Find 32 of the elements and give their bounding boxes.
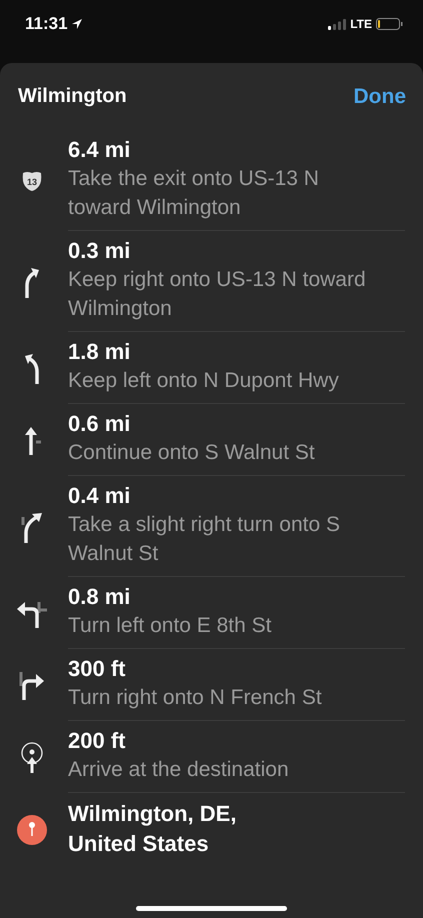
step-instruction: Take a slight right turn onto S Walnut St: [68, 512, 341, 567]
pin-icon: [17, 815, 47, 845]
step-distance: 1.8 mi: [68, 338, 130, 366]
route-shield-icon: 13: [21, 170, 43, 192]
step-instruction: Keep right onto US-13 N toward Wilmington: [68, 267, 367, 322]
curved-arrow-icon: [23, 266, 41, 298]
step-distance: 200 ft: [68, 727, 126, 755]
step-instruction: Keep left onto N Dupont Hwy: [68, 368, 339, 394]
step-instruction: Arrive at the destination: [68, 757, 289, 783]
done-button[interactable]: Done: [354, 84, 406, 108]
step-distance: 0.3 mi: [68, 237, 130, 265]
step-instruction: Take the exit onto US-13 N toward Wilmington: [68, 166, 320, 221]
step-instruction: Turn left onto E 8th St: [68, 613, 272, 639]
destination-arrival-icon: [20, 741, 44, 773]
sheet-title: Wilmington: [18, 85, 127, 108]
status-time: 11:31: [25, 14, 68, 34]
location-arrow-icon: [70, 18, 83, 30]
up-arrow-icon: [22, 425, 42, 455]
network-label: LTE: [350, 17, 372, 31]
step-instruction: Continue onto S Walnut St: [68, 440, 315, 466]
step-distance: 300 ft: [68, 655, 126, 683]
curved-arrow-icon: [21, 510, 43, 542]
signal-icon: [328, 18, 346, 30]
curved-arrow-icon: [23, 352, 41, 384]
step-distance: 0.4 mi: [68, 482, 130, 510]
step-distance: 0.6 mi: [68, 410, 130, 438]
right-turn-arrow-icon: [19, 670, 45, 700]
step-distance: 0.8 mi: [68, 583, 130, 611]
battery-icon: [376, 18, 403, 30]
step-instruction: Turn right onto N French St: [68, 685, 322, 711]
destination-name: Wilmington, DE, United States: [68, 800, 238, 858]
step-distance: 6.4 mi: [68, 136, 130, 164]
